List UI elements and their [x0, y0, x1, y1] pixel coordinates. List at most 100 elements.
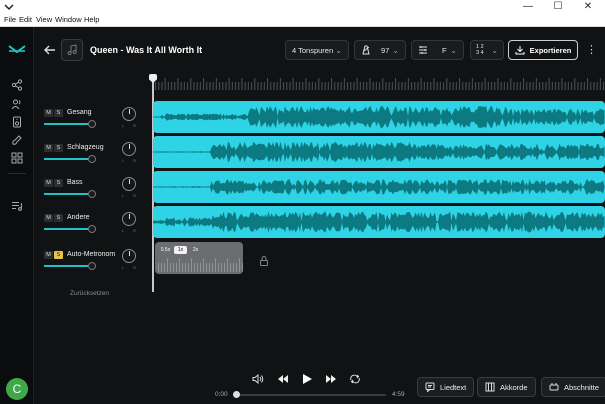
avatar[interactable]: C [6, 378, 28, 400]
sidebar-divider [8, 173, 26, 174]
speed-1x[interactable]: 1x [174, 246, 187, 254]
chevron-down-icon: ⌄ [450, 45, 457, 55]
menu-view[interactable]: View [36, 15, 52, 24]
lyrics-button[interactable]: Liedtext [417, 377, 475, 397]
pan-left-label: L [122, 123, 125, 128]
speaker-icon[interactable] [8, 113, 26, 131]
menu-edit[interactable]: Edit [19, 15, 32, 24]
mute-button[interactable]: M [44, 251, 53, 259]
play-icon[interactable] [300, 372, 314, 386]
tempo-select[interactable]: 97 ⌄ [354, 40, 406, 60]
solo-button[interactable]: S [54, 179, 63, 187]
chevron-down-icon: ⌄ [491, 45, 498, 55]
solo-button[interactable]: S [54, 144, 63, 152]
track-name: Auto-Metronom [67, 251, 116, 258]
volume-knob[interactable] [87, 155, 96, 163]
chevron-down-icon: ⌄ [392, 45, 399, 55]
pan-labels: LR [122, 123, 136, 128]
export-button[interactable]: Exportieren [508, 40, 578, 60]
waveform-gesang[interactable] [153, 101, 605, 133]
metronome-lane[interactable]: 0.5x 1x 2x [155, 242, 243, 274]
track-controls: M S Gesang L R [44, 107, 148, 137]
menu-help[interactable]: Help [84, 15, 99, 24]
track-name: Bass [67, 179, 83, 186]
grid-icon[interactable] [8, 149, 26, 167]
track-controls: M S Schlagzeug L R [44, 142, 148, 172]
fast-forward-icon[interactable] [324, 373, 338, 385]
pan-knob[interactable] [122, 177, 136, 191]
volume-fill [44, 228, 92, 230]
pan-right-label: R [133, 123, 136, 128]
track-controls: M S Bass L R [44, 177, 148, 207]
mute-button[interactable]: M [44, 109, 53, 117]
export-label: Exportieren [529, 45, 572, 55]
volume-slider[interactable] [44, 225, 96, 233]
waveform-andere[interactable] [153, 206, 605, 238]
menu-window[interactable]: Window [55, 15, 82, 24]
volume-slider[interactable] [44, 155, 96, 163]
volume-fill [44, 265, 92, 267]
guitar-icon[interactable] [8, 131, 26, 149]
tracks-select[interactable]: 4 Tonspuren ⌄ [285, 40, 349, 60]
sections-button[interactable]: Abschnitte [541, 377, 605, 397]
pan-left-label: L [122, 265, 125, 270]
maximize-button[interactable]: ☐ [543, 0, 573, 14]
pan-knob[interactable] [122, 212, 136, 226]
waveform-bass[interactable] [153, 171, 605, 203]
volume-slider[interactable] [44, 120, 96, 128]
back-arrow-icon[interactable] [42, 42, 58, 58]
users-icon[interactable] [8, 95, 26, 113]
meter-select[interactable]: 1 2 3 4 ⌄ [470, 40, 504, 60]
pan-knob[interactable] [122, 107, 136, 121]
timeline-ruler[interactable] [153, 76, 605, 90]
volume-knob[interactable] [87, 190, 96, 198]
song-title: Queen - Was It All Worth It [90, 45, 203, 55]
speed-0-5x[interactable]: 0.5x [159, 246, 172, 254]
key-value: F [442, 45, 447, 55]
minimize-button[interactable]: — [513, 0, 543, 14]
logo-icon[interactable] [8, 41, 26, 59]
loop-icon[interactable] [348, 373, 362, 385]
solo-button[interactable]: S [54, 251, 63, 259]
reset-button[interactable]: Zurücksetzen [70, 290, 109, 297]
mute-button[interactable]: M [44, 214, 53, 222]
more-options-icon[interactable]: ⋮ [586, 42, 597, 58]
lyrics-label: Liedtext [440, 382, 467, 392]
close-button[interactable]: ✕ [573, 0, 603, 14]
track-name: Gesang [67, 109, 92, 116]
progress-bar[interactable] [233, 391, 386, 398]
pan-knob[interactable] [122, 142, 136, 156]
lock-icon[interactable] [258, 254, 270, 266]
volume-slider[interactable] [44, 262, 96, 270]
progress-knob[interactable] [233, 391, 240, 398]
mute-button[interactable]: M [44, 144, 53, 152]
volume-slider[interactable] [44, 190, 96, 198]
mute-button[interactable]: M [44, 179, 53, 187]
pan-right-label: R [133, 265, 136, 270]
volume-knob[interactable] [87, 120, 96, 128]
solo-button[interactable]: S [54, 109, 63, 117]
volume-fill [44, 158, 92, 160]
volume-icon[interactable] [251, 373, 265, 385]
meter-bottom: 3 4 [476, 50, 484, 56]
pan-right-label: R [133, 228, 136, 233]
playlist-icon[interactable] [8, 197, 26, 215]
menu-file[interactable]: File [4, 15, 16, 24]
share-icon[interactable] [8, 76, 26, 94]
pan-right-label: R [133, 158, 136, 163]
total-time: 4:59 [392, 391, 405, 398]
pan-right-label: R [133, 193, 136, 198]
chords-button[interactable]: Akkorde [477, 377, 536, 397]
pan-knob[interactable] [122, 249, 136, 263]
key-select[interactable]: F ⌄ [411, 40, 464, 60]
volume-fill [44, 193, 92, 195]
chevron-down-icon: ⌄ [335, 45, 342, 55]
rewind-icon[interactable] [276, 373, 290, 385]
solo-button[interactable]: S [54, 214, 63, 222]
volume-knob[interactable] [87, 262, 96, 270]
speed-2x[interactable]: 2x [189, 246, 202, 254]
volume-knob[interactable] [87, 225, 96, 233]
waveform-schlagzeug[interactable] [153, 136, 605, 168]
title-bar: — ☐ ✕ [0, 0, 605, 14]
pan-left-label: L [122, 228, 125, 233]
